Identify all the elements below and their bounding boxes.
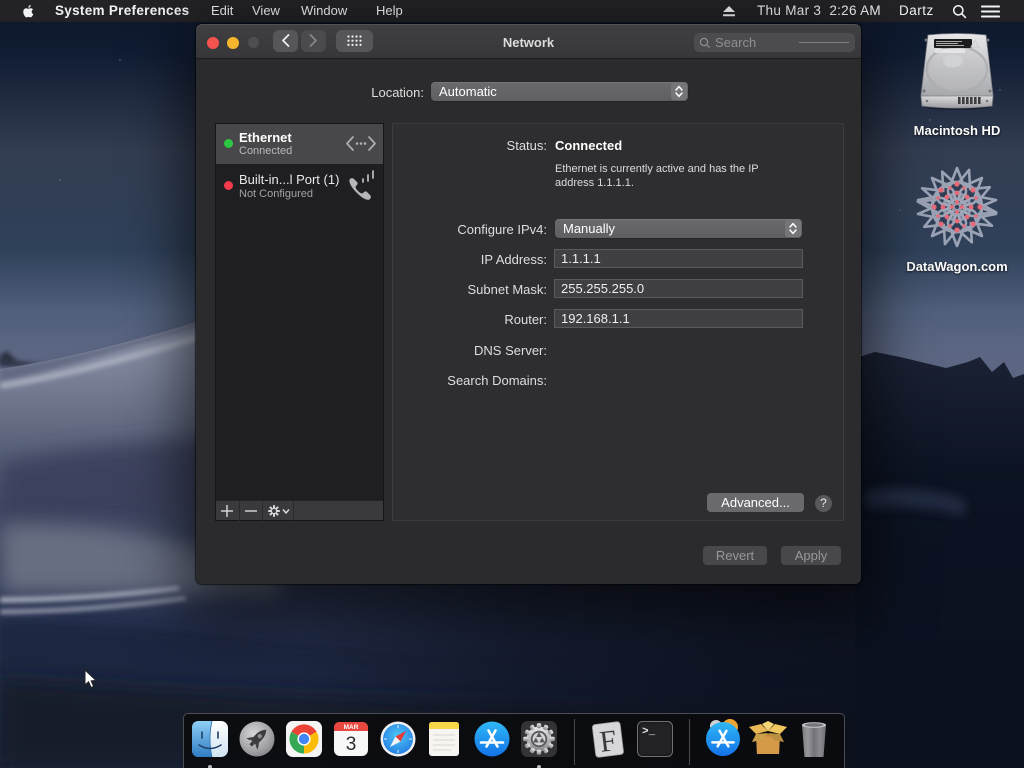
svg-text:3: 3 bbox=[346, 734, 357, 755]
svg-text:MAR: MAR bbox=[344, 724, 359, 731]
svg-text:>_: >_ bbox=[642, 726, 656, 738]
